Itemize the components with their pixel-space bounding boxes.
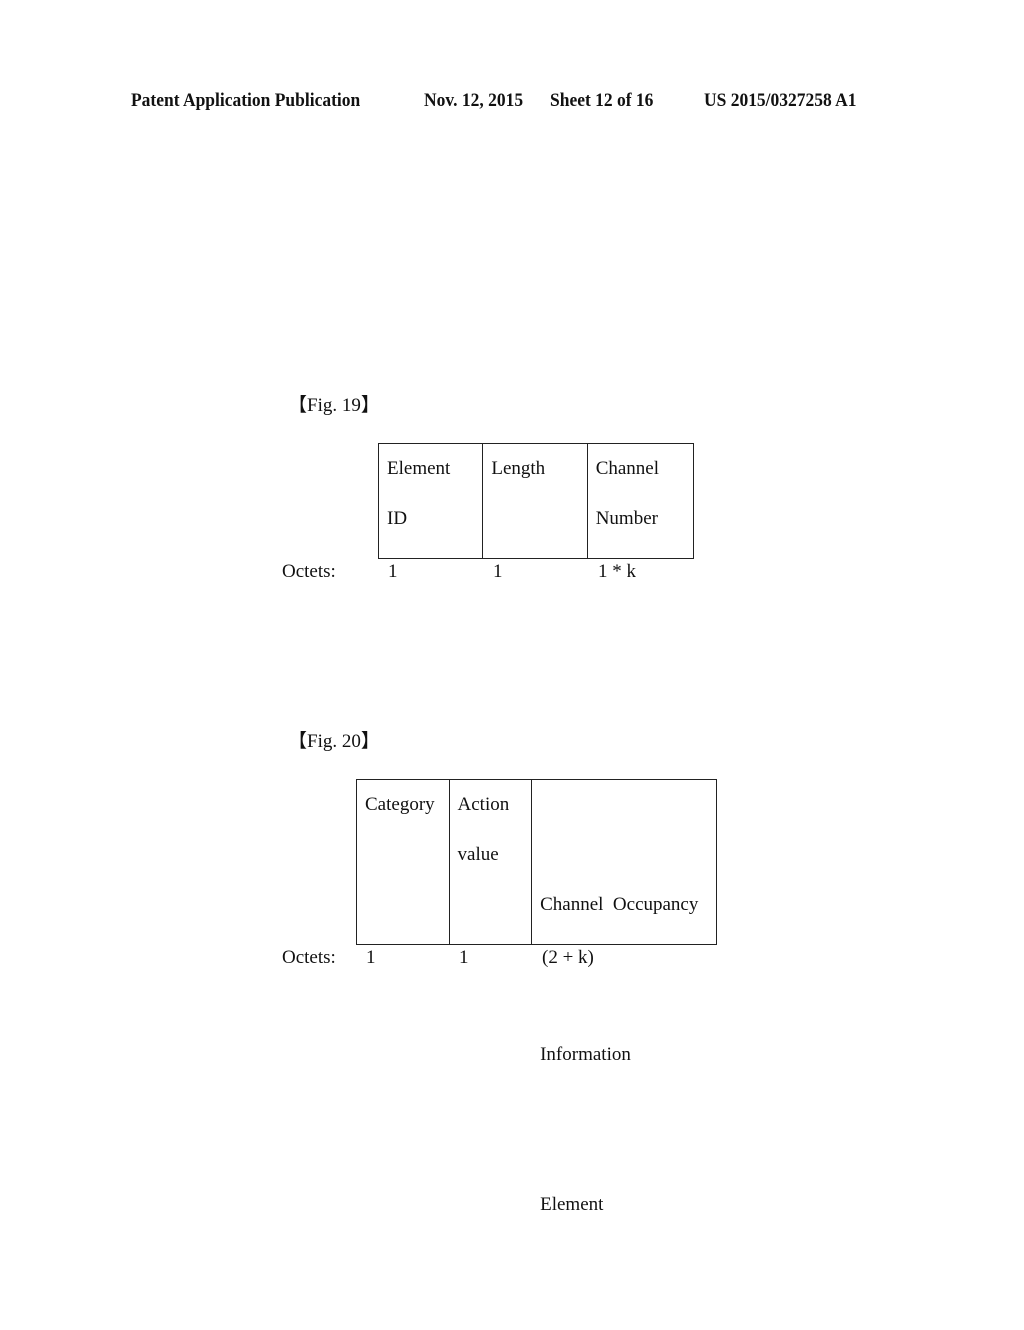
octets-label: Octets: [282, 947, 336, 968]
octets-value: (2 + k) [542, 947, 594, 968]
octets-value: 1 * k [598, 561, 636, 582]
figure-label: 【Fig. 20】 [288, 731, 380, 752]
field-action-value: Action value [450, 780, 533, 944]
frame-format-table: Element ID Length Channel Number [378, 443, 694, 559]
publication-type: Patent Application Publication [131, 90, 361, 111]
field-element-id: Element ID [379, 444, 484, 558]
field-channel-number: Channel Number [595, 458, 660, 529]
field-category: Category [357, 780, 450, 944]
field-length: Length [483, 444, 588, 558]
octets-value: 1 [388, 561, 398, 582]
octets-value: 1 [493, 561, 503, 582]
sheet-number: Sheet 12 of 16 [550, 90, 654, 111]
publication-date: Nov. 12, 2015 [424, 90, 524, 111]
octets-value: 1 [366, 947, 376, 968]
publication-number: US 2015/0327258 A1 [704, 90, 857, 111]
field-channel-occupancy-ie: Channel Occupancy Information Element [540, 894, 699, 1215]
octets-label: Octets: [282, 561, 336, 582]
frame-format-table: Category Action value Channel Occupancy … [356, 779, 717, 1215]
octets-value: 1 [459, 947, 469, 968]
figure-label: 【Fig. 19】 [288, 395, 380, 416]
